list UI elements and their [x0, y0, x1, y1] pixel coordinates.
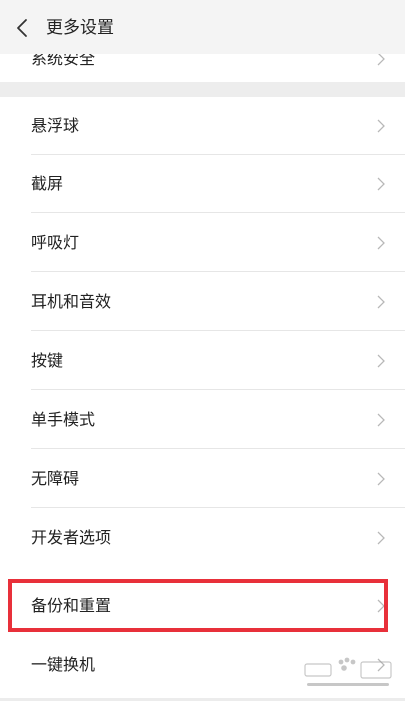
divider [31, 212, 405, 213]
back-chevron-icon[interactable] [14, 18, 32, 38]
settings-item-buttons[interactable]: 按键 [0, 332, 405, 390]
chevron-right-icon [377, 531, 385, 545]
settings-item-label: 备份和重置 [31, 596, 112, 615]
settings-item-screenshot[interactable]: 截屏 [0, 155, 405, 213]
chevron-right-icon [377, 52, 385, 66]
settings-item-label: 一键换机 [31, 655, 96, 674]
divider [31, 448, 405, 449]
divider [31, 389, 405, 390]
settings-item-label: 按键 [31, 351, 64, 370]
settings-item-developer-options[interactable]: 开发者选项 [0, 509, 405, 567]
divider [31, 271, 405, 272]
divider [31, 330, 405, 331]
settings-group-main: 悬浮球 截屏 呼吸灯 耳机和音效 按键 单手模式 无障碍 开发者选项 备份和重置… [0, 97, 405, 701]
settings-item-label: 开发者选项 [31, 528, 112, 547]
settings-item-breathing-light[interactable]: 呼吸灯 [0, 214, 405, 272]
chevron-right-icon [377, 177, 385, 191]
settings-item-accessibility[interactable]: 无障碍 [0, 450, 405, 508]
settings-item-one-hand-mode[interactable]: 单手模式 [0, 391, 405, 449]
baidu-jingyan-logo [304, 657, 392, 686]
chevron-right-icon [377, 599, 385, 613]
settings-item-label: 悬浮球 [31, 116, 80, 135]
title-bar: 更多设置 [0, 0, 405, 54]
settings-item-label: 截屏 [31, 174, 64, 193]
settings-item-label: 耳机和音效 [31, 292, 112, 311]
settings-item-label: 呼吸灯 [31, 233, 80, 252]
settings-item-label: 无障碍 [31, 469, 80, 488]
settings-item-label: 单手模式 [31, 410, 96, 429]
settings-item-floating-ball[interactable]: 悬浮球 [0, 97, 405, 155]
settings-item-headphones-audio[interactable]: 耳机和音效 [0, 273, 405, 331]
page-title: 更多设置 [46, 18, 114, 38]
chevron-right-icon [377, 354, 385, 368]
chevron-right-icon [377, 119, 385, 133]
divider [31, 507, 405, 508]
chevron-right-icon [377, 295, 385, 309]
chevron-right-icon [377, 472, 385, 486]
chevron-right-icon [377, 413, 385, 427]
chevron-right-icon [377, 236, 385, 250]
settings-item-backup-reset[interactable]: 备份和重置 [0, 580, 405, 632]
